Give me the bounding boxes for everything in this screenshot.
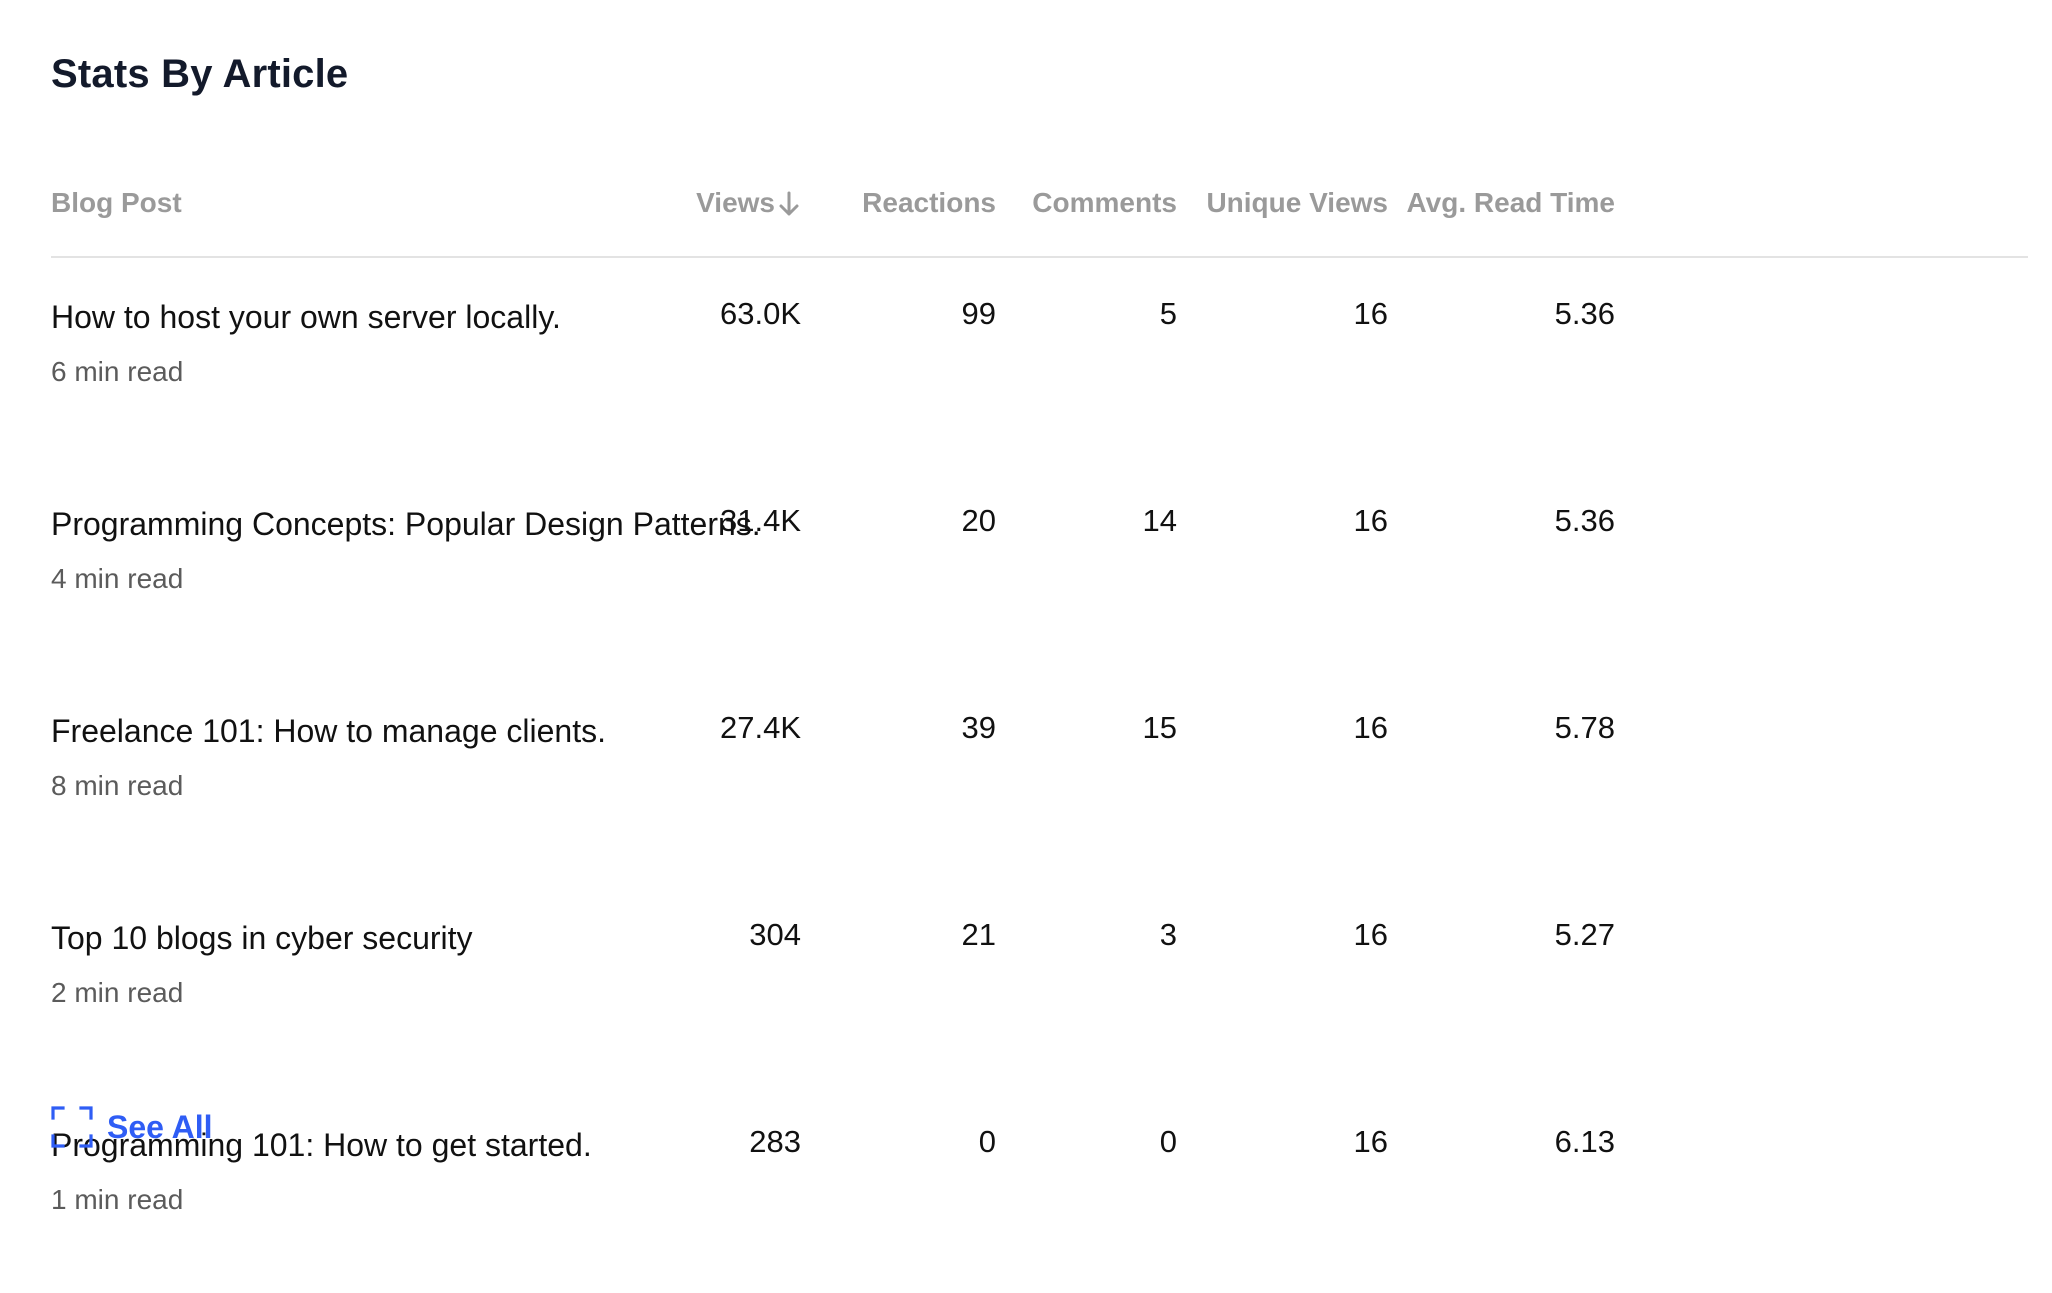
column-header-label: Unique Views: [1206, 187, 1388, 218]
post-title-link[interactable]: Freelance 101: How to manage clients.: [51, 672, 671, 750]
column-header-reactions[interactable]: Reactions: [801, 150, 996, 258]
avg-read-time-cell: 5.78: [1554, 710, 1615, 745]
reactions-cell: 99: [961, 296, 996, 331]
table-row[interactable]: Programming Concepts: Popular Design Pat…: [51, 465, 2028, 672]
column-header-avg-read-time[interactable]: Avg. Read Time: [1388, 150, 1615, 258]
reactions-cell: 20: [961, 503, 996, 538]
unique-views-cell: 16: [1353, 710, 1388, 745]
column-header-label: Avg. Read Time: [1406, 187, 1615, 218]
post-title-link[interactable]: How to host your own server locally.: [51, 258, 671, 336]
column-header-blog-post[interactable]: Blog Post: [51, 150, 671, 258]
table-header-row: Blog Post Views Reactions Comments Uniqu…: [51, 150, 2028, 258]
comments-cell: 15: [1142, 710, 1177, 745]
views-cell: 304: [749, 917, 801, 952]
header-spacer: [1615, 150, 2028, 258]
stats-table: Blog Post Views Reactions Comments Uniqu…: [51, 150, 2028, 1293]
views-cell: 63.0K: [719, 296, 801, 331]
stats-by-article-panel: Stats By Article Blog Post Views Reactio…: [51, 0, 2028, 1215]
column-header-label: Comments: [1032, 187, 1177, 218]
avg-read-time-cell: 5.27: [1554, 917, 1615, 952]
column-header-comments[interactable]: Comments: [996, 150, 1177, 258]
table-row[interactable]: How to host your own server locally. 6 m…: [51, 257, 2028, 465]
unique-views-cell: 16: [1353, 1124, 1388, 1159]
page-title: Stats By Article: [51, 52, 349, 96]
column-header-label: Views: [696, 187, 775, 218]
column-header-unique-views[interactable]: Unique Views: [1177, 150, 1388, 258]
comments-cell: 3: [1159, 917, 1177, 952]
column-header-views[interactable]: Views: [671, 150, 801, 258]
expand-corners-icon: [51, 1106, 93, 1148]
comments-cell: 5: [1159, 296, 1177, 331]
views-cell: 27.4K: [719, 710, 801, 745]
post-read-time: 4 min read: [51, 563, 184, 595]
views-cell: 31.4K: [719, 503, 801, 538]
reactions-cell: 21: [961, 917, 996, 952]
unique-views-cell: 16: [1353, 917, 1388, 952]
sort-descending-icon: [779, 191, 799, 216]
see-all-label: See All: [107, 1108, 213, 1145]
unique-views-cell: 16: [1353, 503, 1388, 538]
post-title-link[interactable]: Programming Concepts: Popular Design Pat…: [51, 465, 761, 543]
avg-read-time-cell: 5.36: [1554, 503, 1615, 538]
avg-read-time-cell: 5.36: [1554, 296, 1615, 331]
post-title-link[interactable]: Top 10 blogs in cyber security: [51, 879, 671, 957]
comments-cell: 0: [1159, 1124, 1177, 1159]
reactions-cell: 0: [978, 1124, 996, 1159]
table-row[interactable]: Programming 101: How to get started. 1 m…: [51, 1086, 2028, 1293]
post-read-time: 1 min read: [51, 1184, 184, 1216]
post-read-time: 6 min read: [51, 356, 184, 388]
unique-views-cell: 16: [1353, 296, 1388, 331]
column-header-label: Blog Post: [51, 187, 182, 218]
avg-read-time-cell: 6.13: [1554, 1124, 1615, 1159]
table-row[interactable]: Top 10 blogs in cyber security 2 min rea…: [51, 879, 2028, 1086]
comments-cell: 14: [1142, 503, 1177, 538]
table-row[interactable]: Freelance 101: How to manage clients. 8 …: [51, 672, 2028, 879]
post-read-time: 8 min read: [51, 770, 184, 802]
views-cell: 283: [749, 1124, 801, 1159]
column-header-label: Reactions: [862, 187, 996, 218]
post-read-time: 2 min read: [51, 977, 184, 1009]
see-all-link[interactable]: See All: [51, 1106, 213, 1148]
reactions-cell: 39: [961, 710, 996, 745]
